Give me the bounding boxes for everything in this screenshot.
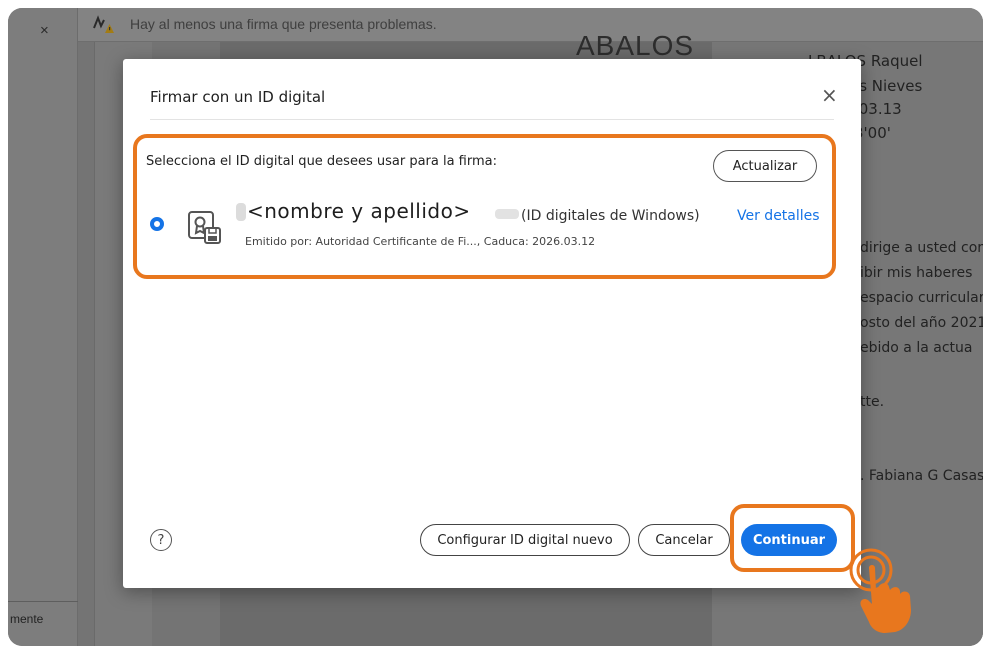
doc-text-line: ebido a la actua: [860, 340, 973, 356]
divider: [150, 119, 834, 120]
configure-new-id-label: Configurar ID digital nuevo: [437, 532, 613, 548]
doc-text-line: .03.13: [854, 100, 902, 118]
doc-text-line: tte.: [860, 394, 885, 410]
id-list-highlight: [133, 134, 836, 279]
help-glyph: ?: [157, 532, 165, 548]
document-heading: ABALOS: [576, 30, 695, 61]
doc-text-line: espacio curricular: [860, 290, 983, 306]
divider: [8, 601, 78, 602]
signature-warning-text: Hay al menos una firma que presenta prob…: [130, 16, 437, 32]
panel-close-icon[interactable]: ×: [40, 22, 49, 39]
cancel-button[interactable]: Cancelar: [638, 524, 730, 556]
configure-new-id-button[interactable]: Configurar ID digital nuevo: [420, 524, 630, 556]
help-icon[interactable]: ?: [150, 529, 172, 551]
doc-text-line: ibir mis haberes: [860, 265, 973, 281]
cancel-button-label: Cancelar: [655, 532, 713, 548]
dialog-title: Firmar con un ID digital: [150, 88, 326, 106]
doc-text-line: dirige a usted cor: [860, 240, 983, 256]
doc-text-line: osto del año 2021: [860, 315, 983, 331]
pointing-hand-icon: [849, 548, 911, 633]
doc-text-line: . Fabiana G Casas: [860, 468, 983, 484]
signature-warning-bar: Hay al menos una firma que presenta prob…: [78, 8, 983, 42]
close-icon[interactable]: ×: [821, 85, 838, 105]
panel-bottom-label: mente: [10, 612, 44, 626]
left-panel: × mente: [8, 8, 78, 646]
signature-warning-icon: [93, 15, 114, 33]
